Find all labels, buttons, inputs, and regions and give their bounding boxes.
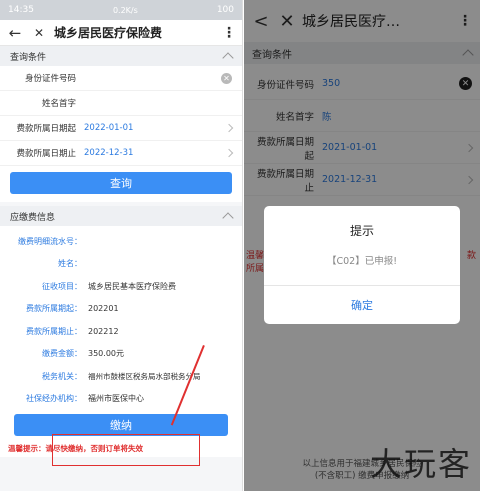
more-menu-icon[interactable]: ⋮ xyxy=(222,25,236,41)
info-label: 费款所属期止： xyxy=(26,326,82,336)
chevron-up-icon[interactable] xyxy=(222,212,234,224)
clear-icon[interactable]: ✕ xyxy=(221,72,232,84)
id-number-field[interactable]: 身份证件号码 ✕ xyxy=(0,66,242,91)
status-bar: 14:35 0.2K/s 100 xyxy=(0,0,242,20)
info-row-serial: 缴费明细流水号： xyxy=(0,230,242,253)
date-start-label: 费款所属日期起 xyxy=(16,124,76,134)
info-value: 202212 xyxy=(88,326,119,336)
nav-bar: ← ✕ 城乡居民医疗保险费 ⋮ xyxy=(0,20,242,46)
info-label: 费款所属期起： xyxy=(26,304,82,314)
chevron-right-icon xyxy=(224,148,234,158)
date-start-field[interactable]: 费款所属日期起 2022-01-01 xyxy=(0,116,242,141)
info-value: 福州市医保中心 xyxy=(88,394,144,404)
query-button-wrap: 查询 xyxy=(0,166,242,202)
payment-section-title: 应缴费信息 xyxy=(10,212,56,223)
info-row-period-start: 费款所属期起： 202201 xyxy=(0,297,242,320)
status-net: 0.2K/s xyxy=(112,5,138,15)
close-icon[interactable]: ✕ xyxy=(30,26,48,40)
payment-info-list: 缴费明细流水号： 姓名： 征收项目： 城乡居民基本医疗保险费 费款所属期起： 2… xyxy=(0,226,242,410)
query-section-title: 查询条件 xyxy=(10,52,47,63)
date-end-label: 费款所属日期止 xyxy=(16,149,76,159)
info-label: 税务机关： xyxy=(42,371,82,381)
payment-section-header[interactable]: 应缴费信息 xyxy=(0,206,242,226)
date-start-value[interactable]: 2022-01-01 xyxy=(84,123,226,133)
back-arrow-icon[interactable]: ← xyxy=(6,24,24,42)
info-label: 姓名： xyxy=(58,259,82,269)
status-time: 14:35 xyxy=(8,5,34,15)
info-value: 350.00元 xyxy=(88,349,124,359)
name-initial-field[interactable]: 姓名首字 xyxy=(0,91,242,116)
info-label: 缴费金额： xyxy=(42,349,82,359)
right-screen: < ✕ 城乡居民医疗… ⋮ 查询条件 身份证件号码 350 ✕ 姓名首字 陈 费… xyxy=(244,0,480,491)
info-label: 征收项目： xyxy=(42,281,82,291)
date-end-field[interactable]: 费款所属日期止 2022-12-31 xyxy=(0,141,242,166)
pay-button[interactable]: 缴纳 xyxy=(14,414,228,436)
battery-level: 100 xyxy=(216,5,234,15)
chevron-right-icon xyxy=(224,123,234,133)
name-initial-label: 姓名首字 xyxy=(41,99,76,109)
watermark-logo: 大玩客 xyxy=(369,445,472,483)
info-value: 城乡居民基本医疗保险费 xyxy=(88,281,176,291)
info-row-tax-office: 税务机关： 福州市鼓楼区税务局水部税务分局 xyxy=(0,365,242,388)
info-row-agency: 社保经办机构： 福州市医保中心 xyxy=(0,387,242,410)
id-number-label: 身份证件号码 xyxy=(24,74,76,84)
query-button[interactable]: 查询 xyxy=(10,172,232,194)
confirm-button[interactable]: 确定 xyxy=(264,285,460,323)
dialog-title: 提示 xyxy=(349,224,374,238)
info-row-name: 姓名： xyxy=(0,252,242,275)
date-end-value[interactable]: 2022-12-31 xyxy=(84,148,226,158)
info-row-amount: 缴费金额： 350.00元 xyxy=(0,342,242,365)
info-label: 社保经办机构： xyxy=(26,394,82,404)
left-screen: 14:35 0.2K/s 100 ← ✕ 城乡居民医疗保险费 ⋮ 查询条件 身份… xyxy=(0,0,243,491)
dialog-message: 【C02】已申报! xyxy=(326,256,398,267)
info-value: 福州市鼓楼区税务局水部税务分局 xyxy=(88,371,201,381)
alert-dialog: 提示 【C02】已申报! 确定 xyxy=(264,206,460,324)
highlight-box xyxy=(52,434,200,466)
query-section-header[interactable]: 查询条件 xyxy=(0,46,242,66)
info-row-item: 征收项目： 城乡居民基本医疗保险费 xyxy=(0,275,242,298)
info-label: 缴费明细流水号： xyxy=(18,236,82,246)
chevron-up-icon[interactable] xyxy=(222,52,234,64)
info-row-period-end: 费款所属期止： 202212 xyxy=(0,320,242,343)
page-title: 城乡居民医疗保险费 xyxy=(54,26,163,40)
info-value: 202201 xyxy=(88,304,119,314)
